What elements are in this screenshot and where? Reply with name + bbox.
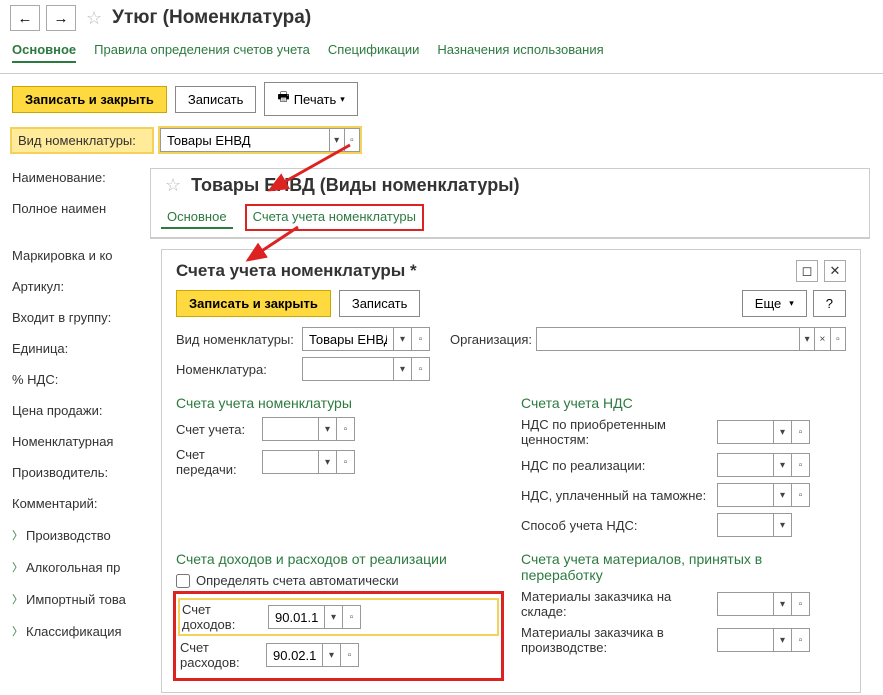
inner-save-button[interactable]: Записать xyxy=(339,290,421,317)
forward-button[interactable]: → xyxy=(46,5,76,31)
open-icon[interactable]: ▫ xyxy=(411,358,429,380)
tree-alcohol[interactable]: 〉Алкогольная пр xyxy=(12,559,126,575)
auto-checkbox[interactable] xyxy=(176,574,190,588)
expense-select[interactable]: ▾▫ xyxy=(266,643,359,667)
sec-materials: Счета учета материалов, принятых в перер… xyxy=(521,551,846,583)
dropdown-icon[interactable]: ▾ xyxy=(799,328,814,350)
sub-title: Товары ЕНВД (Виды номенклатуры) xyxy=(191,175,519,196)
org-select[interactable]: ▾ × ▫ xyxy=(536,327,846,351)
open-icon[interactable]: ▫ xyxy=(830,328,845,350)
tab-main[interactable]: Основное xyxy=(12,42,76,63)
type-input[interactable] xyxy=(161,133,329,148)
tab-usage[interactable]: Назначения использования xyxy=(437,42,603,63)
open-icon[interactable]: ▫ xyxy=(411,328,429,350)
tree-classification[interactable]: 〉Классификация xyxy=(12,623,126,639)
save-button[interactable]: Записать xyxy=(175,86,257,113)
window-detach-icon[interactable]: ◻ xyxy=(796,260,818,282)
acc-select[interactable]: ▾▫ xyxy=(262,417,355,441)
tab-rules[interactable]: Правила определения счетов учета xyxy=(94,42,310,63)
back-button[interactable]: ← xyxy=(10,5,40,31)
income-select[interactable]: ▾▫ xyxy=(268,605,361,629)
close-icon[interactable]: ✕ xyxy=(824,260,846,282)
inner-window: Счета учета номенклатуры * ◻ ✕ Записать … xyxy=(161,249,861,693)
open-icon[interactable]: ▫ xyxy=(344,129,359,151)
print-icon: 🖶 xyxy=(277,88,289,110)
main-tabs: Основное Правила определения счетов учет… xyxy=(0,36,883,74)
transfer-select[interactable]: ▾▫ xyxy=(262,450,355,474)
inner-title: Счета учета номенклатуры * xyxy=(176,261,417,281)
inner-save-close-button[interactable]: Записать и закрыть xyxy=(176,290,331,317)
type-select[interactable]: ▾ ▫ xyxy=(160,128,360,152)
save-close-button[interactable]: Записать и закрыть xyxy=(12,86,167,113)
tab-specs[interactable]: Спецификации xyxy=(328,42,420,63)
clear-icon[interactable]: × xyxy=(814,328,829,350)
star-icon[interactable]: ☆ xyxy=(86,8,102,29)
nom-label: Номенклатура: xyxy=(176,362,296,377)
sub-tab-main[interactable]: Основное xyxy=(161,206,233,229)
tree-import[interactable]: 〉Импортный това xyxy=(12,591,126,607)
dropdown-icon[interactable]: ▾ xyxy=(393,358,411,380)
sub-tab-accounts[interactable]: Счета учета номенклатуры xyxy=(247,206,422,229)
help-button[interactable]: ? xyxy=(813,290,846,317)
tree-production[interactable]: 〉Производство xyxy=(12,527,126,543)
inner-type-select[interactable]: ▾ ▫ xyxy=(302,327,430,351)
page-title: Утюг (Номенклатура) xyxy=(112,7,311,29)
inner-type-label: Вид номенклатуры: xyxy=(176,332,296,347)
print-button[interactable]: 🖶Печать▾ xyxy=(264,82,357,116)
sec-income: Счета доходов и расходов от реализации xyxy=(176,551,501,567)
nom-select[interactable]: ▾ ▫ xyxy=(302,357,430,381)
sec-accounts: Счета учета номенклатуры xyxy=(176,395,501,411)
more-button[interactable]: Еще▾ xyxy=(742,290,807,317)
star-icon[interactable]: ☆ xyxy=(165,175,181,196)
left-labels: Наименование: Полное наимен Маркировка и… xyxy=(12,170,126,639)
type-label: Вид номенклатуры: xyxy=(12,129,152,152)
org-label: Организация: xyxy=(450,332,530,347)
sec-nds: Счета учета НДС xyxy=(521,395,846,411)
dropdown-icon[interactable]: ▾ xyxy=(329,129,344,151)
dropdown-icon[interactable]: ▾ xyxy=(393,328,411,350)
sub-window: ☆ Товары ЕНВД (Виды номенклатуры) Основн… xyxy=(150,168,870,239)
